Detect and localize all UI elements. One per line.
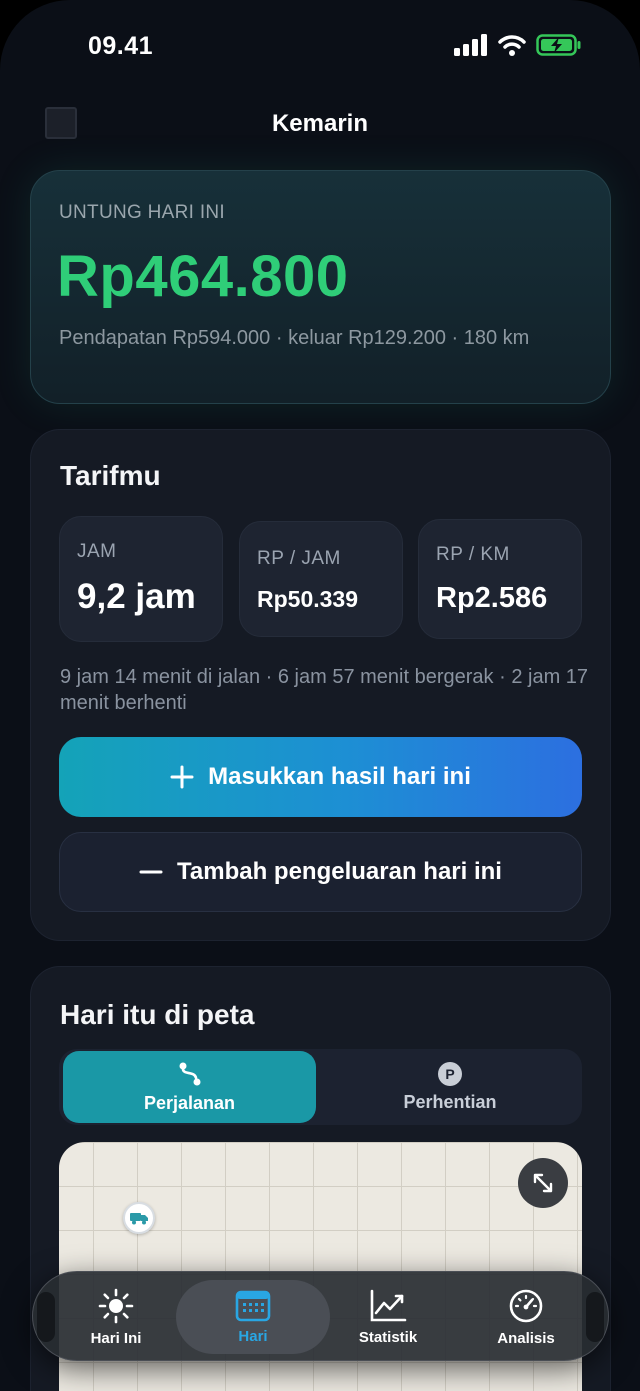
- add-expense-label: Tambah pengeluaran hari ini: [177, 858, 502, 885]
- plus-icon: [170, 765, 194, 789]
- tab-today[interactable]: Hari Ini: [41, 1280, 191, 1354]
- route-icon: [179, 1062, 200, 1085]
- truck-icon: [130, 1213, 148, 1225]
- segment-trips[interactable]: Perjalanan: [63, 1051, 316, 1123]
- status-icons: [454, 34, 582, 56]
- metric-rp-per-hour: RP / JAM Rp50.339: [239, 521, 403, 637]
- tab-analysis-label: Analisis: [497, 1329, 555, 1347]
- profit-summary: Pendapatan Rp594.000 · keluar Rp129.200 …: [59, 327, 530, 349]
- metric-hours: JAM 9,2 jam: [59, 516, 223, 642]
- metric-hours-label: JAM: [77, 541, 117, 562]
- map-expand-button[interactable]: [518, 1158, 568, 1208]
- chart-icon: [370, 1289, 407, 1321]
- status-time: 09.41: [88, 32, 154, 60]
- metric-rp-per-hour-label: RP / JAM: [257, 548, 341, 569]
- calendar-icon: [235, 1290, 271, 1321]
- parking-icon: P: [438, 1061, 462, 1086]
- profit-label: UNTUNG HARI INI: [59, 202, 225, 223]
- tab-bar: Hari Ini Hari Statistik Analisis: [32, 1271, 609, 1361]
- map-mode-segmented-control: Perjalanan P Perhentian: [59, 1049, 582, 1125]
- profit-value: Rp464.800: [57, 244, 349, 309]
- expand-icon: [533, 1173, 553, 1193]
- segment-stops-label: Perhentian: [403, 1091, 497, 1112]
- metric-rp-per-km-label: RP / KM: [436, 544, 510, 565]
- enter-today-result-button[interactable]: Masukkan hasil hari ini: [59, 737, 582, 817]
- metric-hours-value: 9,2 jam: [77, 577, 196, 616]
- gauge-icon: [509, 1289, 543, 1322]
- profit-card: UNTUNG HARI INI Rp464.800 Pendapatan Rp5…: [30, 170, 611, 404]
- vehicle-marker[interactable]: [123, 1202, 155, 1234]
- enter-today-result-label: Masukkan hasil hari ini: [208, 763, 471, 790]
- tab-statistics-label: Statistik: [358, 1328, 418, 1346]
- tab-statistics[interactable]: Statistik: [313, 1280, 463, 1354]
- segment-stops[interactable]: P Perhentian: [321, 1051, 579, 1123]
- battery-charging-icon: [536, 34, 581, 56]
- sun-icon: [98, 1288, 134, 1323]
- tariff-title: Tarifmu: [60, 460, 161, 491]
- tab-today-label: Hari Ini: [90, 1329, 142, 1347]
- signal-icon: [454, 34, 487, 56]
- segment-trips-label: Perjalanan: [143, 1092, 236, 1113]
- time-breakdown: 9 jam 14 menit di jalan · 6 jam 57 menit…: [60, 666, 589, 714]
- app-screen: 09.41 Kemarin UNTUNG HARI INI Rp464.800 …: [0, 0, 640, 1391]
- add-expense-button[interactable]: Tambah pengeluaran hari ini: [59, 832, 582, 912]
- metric-rp-per-hour-value: Rp50.339: [257, 586, 359, 612]
- wifi-icon: [498, 35, 526, 56]
- metric-rp-per-km-value: Rp2.586: [436, 582, 548, 614]
- map-section-title: Hari itu di peta: [60, 999, 255, 1030]
- metric-rp-per-km: RP / KM Rp2.586: [418, 519, 582, 639]
- tariff-card: Tarifmu JAM 9,2 jam RP / JAM Rp50.339 RP…: [30, 429, 611, 941]
- minus-icon: [139, 870, 163, 874]
- tab-day-label: Hari: [238, 1327, 268, 1345]
- tab-analysis[interactable]: Analisis: [451, 1280, 601, 1354]
- tab-day[interactable]: Hari: [176, 1280, 330, 1354]
- page-title: Kemarin: [271, 110, 369, 137]
